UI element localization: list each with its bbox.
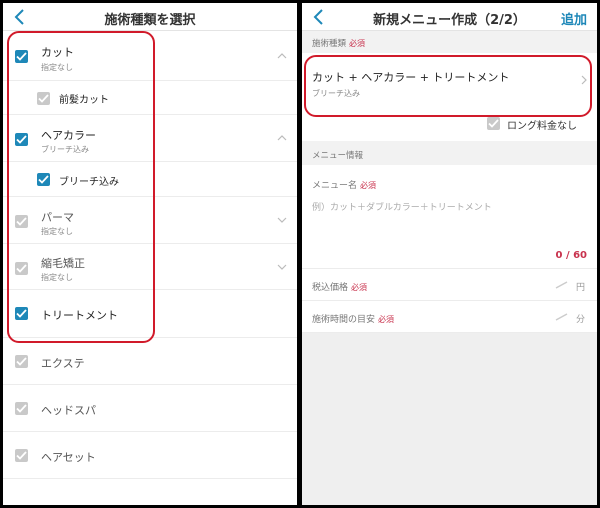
item-label: ヘッドスパ: [41, 404, 96, 417]
chevron-up-icon[interactable]: [277, 135, 287, 141]
checkbox-disabled-icon[interactable]: [15, 355, 28, 368]
field-label: 施術時間の目安 必須: [312, 315, 395, 325]
new-menu-screen: 新規メニュー作成（2/2） 追加 施術種類 必須 カット + ヘアカラー + トリ…: [302, 3, 597, 505]
required-badge: 必須: [349, 39, 366, 48]
price-field[interactable]: 税込価格 必須 円: [302, 269, 597, 301]
field-label: 税込価格 必須: [312, 283, 368, 293]
chevron-down-icon[interactable]: [277, 264, 287, 270]
required-badge: 必須: [378, 315, 395, 324]
chevron-down-icon[interactable]: [277, 217, 287, 223]
header-bar: 施術種類を選択: [3, 3, 297, 31]
required-badge: 必須: [351, 283, 368, 292]
long-fee-label: ロング料金なし: [507, 121, 577, 132]
menu-name-placeholder: 例）カット＋ダブルカラー＋トリートメント: [312, 203, 492, 213]
add-button[interactable]: 追加: [561, 9, 587, 28]
section-header-menu-info: メニュー情報: [302, 141, 597, 165]
pencil-icon: [555, 313, 568, 321]
field-label: メニュー名 必須: [312, 181, 377, 191]
page-title: 新規メニュー作成（2/2）: [373, 13, 526, 28]
required-badge: 必須: [360, 181, 377, 190]
list-item-extensions[interactable]: エクステ: [3, 338, 297, 385]
treatment-select-screen: 施術種類を選択 カット 指定なし 前髪カット ヘアカラー ブリーチ込み ブリーチ…: [3, 3, 297, 505]
highlight-frame: [304, 55, 592, 117]
price-unit: 円: [575, 283, 585, 293]
pencil-icon: [555, 281, 568, 289]
checkbox-disabled-icon[interactable]: [487, 117, 500, 130]
page-title: 施術種類を選択: [104, 13, 196, 28]
chevron-up-icon[interactable]: [277, 53, 287, 59]
section-label: 施術種類 必須: [312, 39, 366, 49]
highlight-frame: [7, 31, 155, 343]
section-header-treatment: 施術種類 必須: [302, 31, 597, 53]
item-label: エクステ: [41, 357, 85, 370]
header-bar: 新規メニュー作成（2/2） 追加: [302, 3, 597, 31]
list-item-head-spa[interactable]: ヘッドスパ: [3, 385, 297, 432]
menu-name-field[interactable]: メニュー名 必須 例）カット＋ダブルカラー＋トリートメント 0 / 60: [302, 165, 597, 269]
list-item-hair-set[interactable]: ヘアセット: [3, 432, 297, 479]
item-label: ヘアセット: [41, 451, 96, 464]
section-label: メニュー情報: [312, 151, 364, 161]
duration-field[interactable]: 施術時間の目安 必須 分: [302, 301, 597, 333]
checkbox-disabled-icon[interactable]: [15, 402, 28, 415]
character-counter: 0 / 60: [555, 250, 588, 261]
duration-unit: 分: [575, 315, 585, 325]
checkbox-disabled-icon[interactable]: [15, 449, 28, 462]
